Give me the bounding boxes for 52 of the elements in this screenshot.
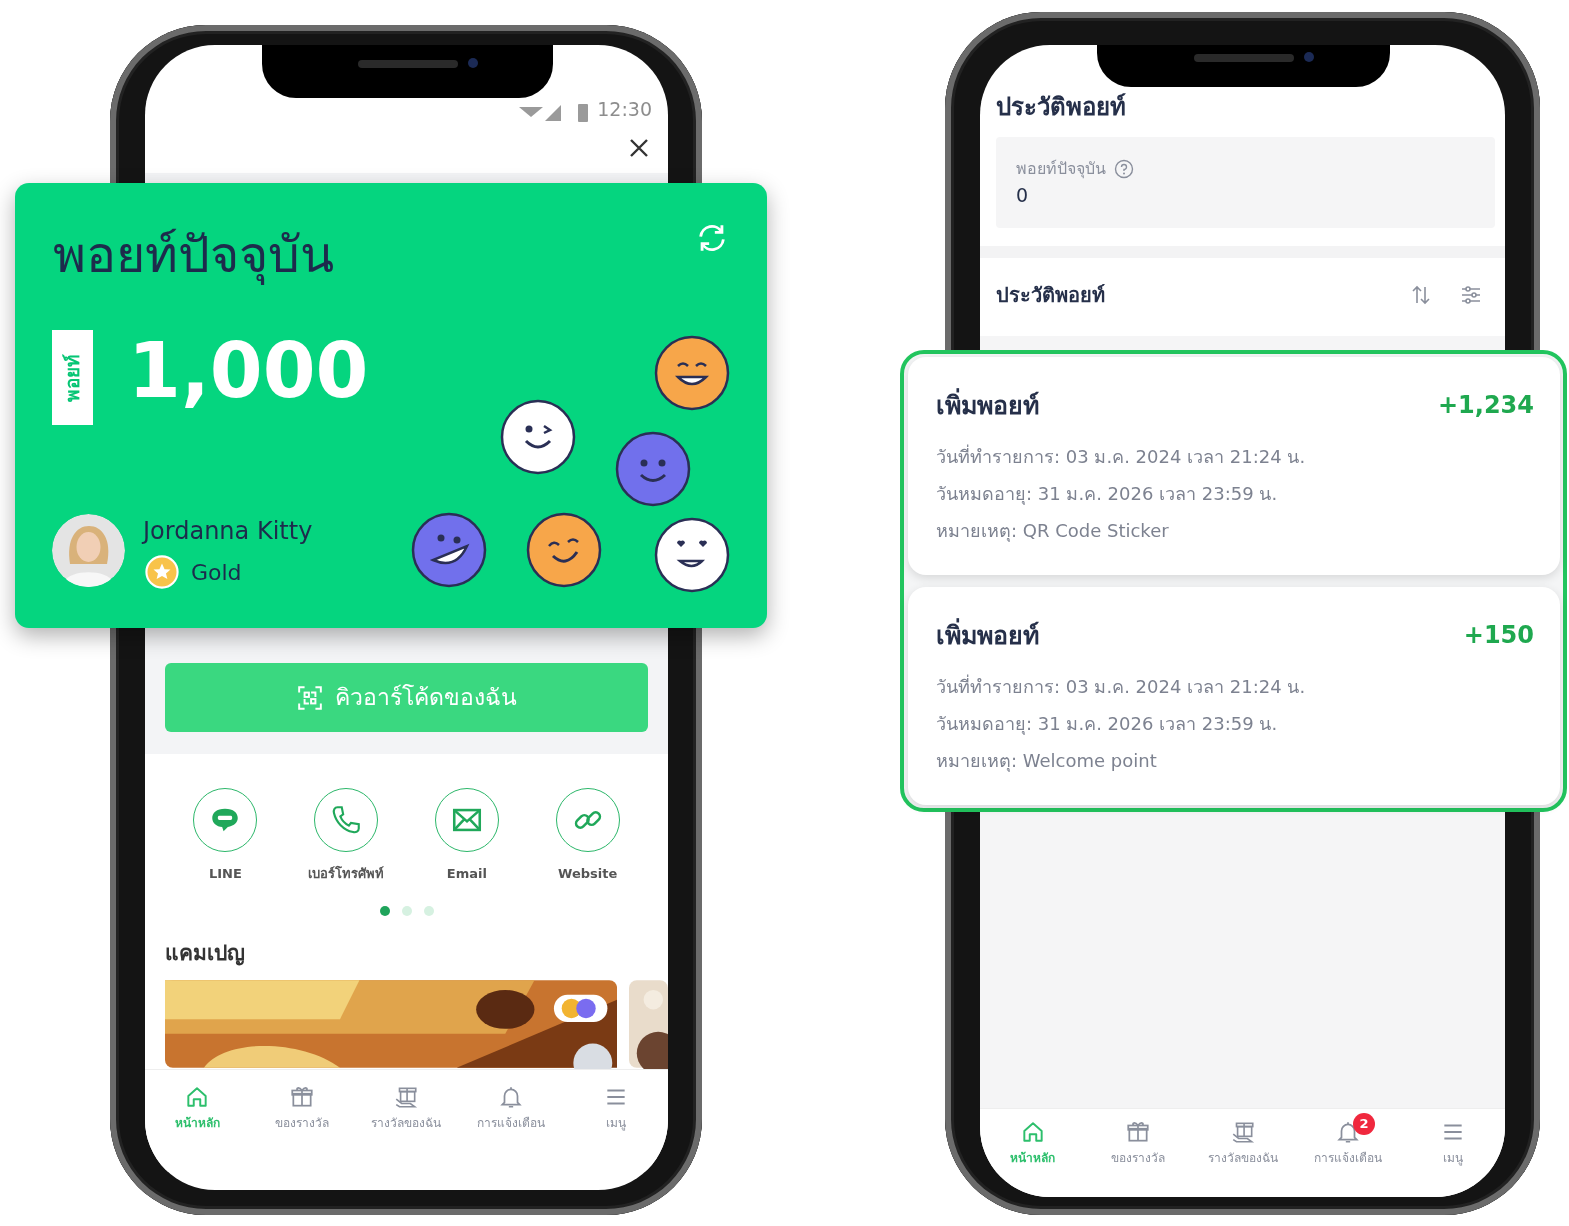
- nav-tab[interactable]: หน้าหลัก: [145, 1078, 250, 1132]
- close-icon[interactable]: [628, 137, 650, 159]
- pager-dot[interactable]: [423, 905, 434, 916]
- transaction-detail: หมายเหตุ: QR Code Sticker: [936, 518, 1170, 544]
- transaction-title: เพิ่มพอยท์: [936, 387, 1039, 425]
- status-time: 12:30: [597, 96, 652, 122]
- smiley-icon: [500, 399, 576, 475]
- help-icon[interactable]: [1114, 159, 1134, 179]
- nav-tab[interactable]: การแจ้งเตือน: [458, 1078, 564, 1132]
- nav-tab[interactable]: ของรางวัล: [1085, 1113, 1190, 1167]
- notification-badge: 2: [1353, 1113, 1375, 1135]
- contact-link[interactable]: Email: [411, 788, 522, 884]
- transaction-detail: วันที่ทำรายการ: 03 ม.ค. 2024 เวลา 21:24 น.: [936, 673, 1307, 699]
- transaction-detail: วันที่ทำรายการ: 03 ม.ค. 2024 เวลา 21:24 น.: [936, 443, 1307, 469]
- points-amount: +1,234: [1437, 390, 1534, 421]
- points-value: 1,000: [128, 325, 369, 417]
- smiley-icon: [526, 512, 602, 588]
- transaction-detail: วันหมดอายุ: 31 ม.ค. 2026 เวลา 23:59 น.: [936, 481, 1279, 507]
- smiley-icon: [615, 431, 691, 507]
- smiley-icon: [654, 335, 730, 411]
- contact-link[interactable]: เบอร์โทรศัพท์: [291, 788, 402, 884]
- transaction-detail: หมายเหตุ: Welcome point: [936, 748, 1158, 774]
- points-amount: +150: [1463, 620, 1534, 651]
- qr-scan-icon: [296, 684, 323, 711]
- smiley-icon: [411, 512, 487, 588]
- smiley-icon: [654, 517, 730, 593]
- section-title: ประวัติพอยท์: [996, 281, 1106, 309]
- nav-tab[interactable]: ของรางวัล: [249, 1078, 355, 1132]
- gift-icon: [288, 1084, 315, 1110]
- nav-tab[interactable]: การแจ้งเตือน 2: [1295, 1113, 1400, 1167]
- transaction-title: เพิ่มพอยท์: [936, 617, 1039, 655]
- balance-value: 0: [1016, 183, 1030, 208]
- contact-link[interactable]: Website: [532, 788, 643, 884]
- nav-tab[interactable]: รางวัลของฉัน: [354, 1078, 459, 1132]
- nav-tab[interactable]: เมนู: [1400, 1113, 1505, 1167]
- nav-tab[interactable]: หน้าหลัก: [980, 1113, 1085, 1167]
- transaction-detail: วันหมดอายุ: 31 ม.ค. 2026 เวลา 23:59 น.: [936, 711, 1279, 737]
- unit-label: พอยท์: [52, 330, 93, 425]
- nav-tab[interactable]: เมนู: [563, 1078, 668, 1132]
- gift-icon: [1124, 1119, 1151, 1145]
- nav-tab[interactable]: รางวัลของฉัน: [1190, 1113, 1295, 1167]
- card-title: พอยท์ปัจจุบัน: [53, 225, 334, 287]
- member-name: Jordanna Kitty: [143, 516, 313, 547]
- battery-icon: [577, 103, 590, 123]
- balance-label: พอยท์ปัจจุบัน: [1016, 158, 1106, 181]
- tier-label: Gold: [191, 558, 242, 587]
- pager-dot[interactable]: [401, 905, 412, 916]
- contact-link[interactable]: LINE: [170, 788, 281, 884]
- pager-dot[interactable]: [379, 905, 390, 916]
- qr-code-button[interactable]: คิวอาร์โค้ดของฉัน: [165, 663, 648, 732]
- section-title: แคมเปญ: [164, 939, 246, 968]
- page-title: ประวัติพอยท์: [996, 92, 1126, 123]
